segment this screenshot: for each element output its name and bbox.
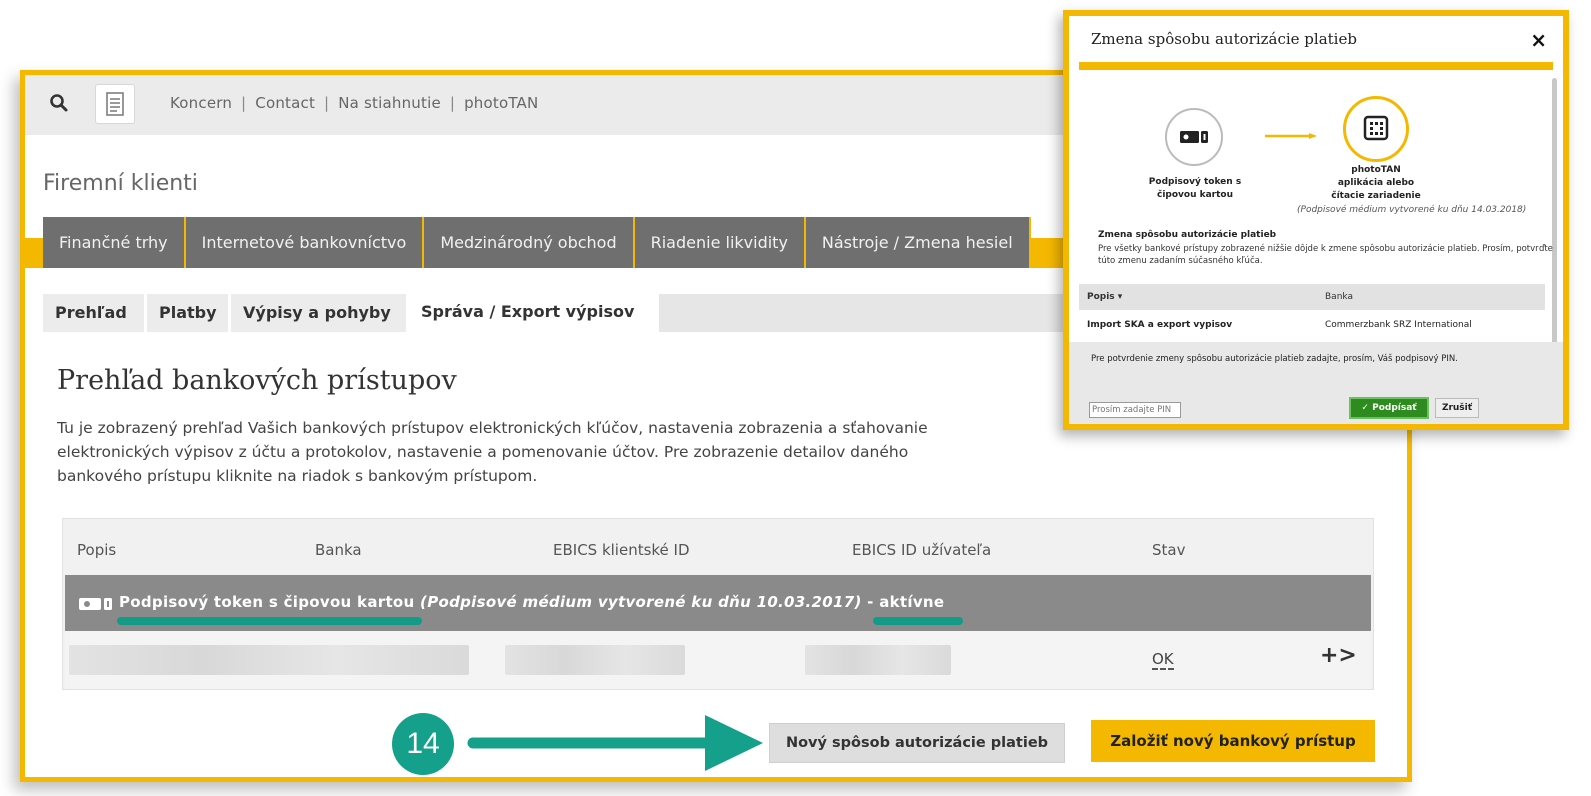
pin-input[interactable] — [1089, 402, 1181, 418]
dash: - — [867, 593, 874, 611]
new-authorization-method-button[interactable]: Nový spôsob autorizácie platieb — [769, 723, 1065, 763]
link-contact[interactable]: Contact — [255, 94, 315, 112]
dialog-title: Zmena spôsobu autorizácie platieb — [1091, 30, 1357, 48]
link-koncern[interactable]: Koncern — [170, 94, 232, 112]
section-intro: Tu je zobrazený prehľad Vašich bankových… — [57, 419, 928, 485]
tab-prehlad[interactable]: Prehľad — [43, 294, 147, 332]
highlight-underline — [873, 617, 963, 625]
token-name: Podpisový token s čipovou kartou — [119, 593, 415, 611]
document-icon[interactable] — [95, 84, 135, 124]
nav-internetove-bankovnictvo[interactable]: Internetové bankovníctvo — [185, 217, 425, 268]
nav-nastroje[interactable]: Nástroje / Zmena hesiel — [805, 217, 1031, 268]
column-header-ebics-client-id[interactable]: EBICS klientské ID — [553, 541, 690, 559]
column-header-popis[interactable]: Popis — [77, 541, 116, 559]
cancel-button[interactable]: Zrušiť — [1435, 398, 1479, 418]
smartcard-token-icon — [1165, 108, 1223, 166]
dialog-row-bank: Commerzbank SRZ International — [1325, 320, 1472, 330]
tab-platby[interactable]: Platby — [147, 294, 231, 332]
token-status: aktívne — [879, 593, 945, 611]
dialog-scrollbar[interactable] — [1552, 78, 1557, 346]
step-arrow-icon — [467, 715, 763, 771]
column-header-banka[interactable]: Banka — [315, 541, 362, 559]
sign-button[interactable]: ✓ Podpísať — [1349, 397, 1429, 419]
to-label-line: photoTAN — [1351, 165, 1401, 175]
search-icon[interactable] — [47, 91, 71, 115]
link-downloads[interactable]: Na stiahnutie — [338, 94, 441, 112]
separator: | — [241, 94, 247, 112]
row-status[interactable]: OK — [1152, 650, 1174, 670]
to-label-line: čítacie zariadenie — [1331, 191, 1421, 201]
dialog-column-popis[interactable]: Popis ▾ — [1087, 292, 1122, 302]
column-header-stav[interactable]: Stav — [1152, 541, 1185, 559]
pin-confirm-note: Pre potvrdenie zmeny spôsobu autorizácie… — [1091, 354, 1458, 364]
tab-vypisy-a-pohyby[interactable]: Výpisy a pohyby — [231, 294, 409, 332]
redacted-cell — [805, 645, 951, 675]
token-created-note: (Podpisové médium vytvorené ku dňu 10.03… — [420, 593, 862, 611]
column-header-ebics-user-id[interactable]: EBICS ID užívateľa — [852, 541, 991, 559]
dialog-footer: Pre potvrdenie zmeny spôsobu autorizácie… — [1069, 342, 1563, 424]
phototan-icon — [1343, 96, 1409, 162]
main-nav: Finančné trhy Internetové bankovníctvo M… — [43, 217, 1031, 268]
dialog-table-row[interactable]: Import SKA a export vypisov Commerzbank … — [1079, 312, 1545, 340]
to-label-line: aplikácia alebo — [1337, 178, 1415, 188]
link-phototan[interactable]: photoTAN — [464, 94, 538, 112]
from-label-line: čipovou kartou — [1156, 190, 1234, 200]
dialog-section-text: Pre všetky bankové prístupy zobrazené ni… — [1098, 244, 1553, 266]
dialog-table-header: Popis ▾ Banka — [1079, 284, 1545, 310]
dialog-accent-band — [1079, 62, 1553, 70]
page-title: Firemní klienti — [43, 171, 198, 196]
open-detail-arrow-icon[interactable]: +> — [1320, 643, 1357, 668]
dialog-header: Zmena spôsobu autorizácie platieb × — [1069, 16, 1563, 64]
from-method-label: Podpisový token s čipovou kartou — [1139, 176, 1251, 202]
highlight-underline — [117, 617, 422, 625]
bank-access-table: Popis Banka EBICS klientské ID EBICS ID … — [62, 518, 1374, 690]
close-icon[interactable]: × — [1530, 28, 1547, 52]
step-number-badge: 14 — [392, 713, 454, 775]
to-method-label: photoTAN aplikácia alebo čítacie zariade… — [1319, 164, 1433, 203]
create-bank-access-button[interactable]: Založiť nový bankový prístup — [1091, 720, 1375, 762]
dialog-column-banka[interactable]: Banka — [1325, 292, 1353, 302]
from-label-line: Podpisový token s — [1148, 177, 1242, 187]
dialog-section-heading: Zmena spôsobu autorizácie platieb — [1098, 230, 1277, 240]
change-authorization-dialog: Zmena spôsobu autorizácie platieb × Podp… — [1063, 10, 1569, 430]
separator: | — [449, 94, 456, 112]
dialog-body: Podpisový token s čipovou kartou photoTA… — [1079, 70, 1553, 342]
smartcard-token-icon — [79, 598, 112, 610]
header-links: Koncern | Contact | Na stiahnutie | phot… — [170, 94, 538, 112]
nav-financne-trhy[interactable]: Finančné trhy — [43, 217, 186, 268]
separator: | — [324, 94, 330, 112]
nav-medzinarodny-obchod[interactable]: Medzinárodný obchod — [424, 217, 635, 268]
table-row[interactable]: OK +> — [65, 631, 1371, 689]
group-row-label: Podpisový token s čipovou kartou (Podpis… — [119, 593, 944, 611]
to-method-note: (Podpisové médium vytvorené ku dňu 14.03… — [1297, 205, 1527, 215]
redacted-cell — [69, 645, 469, 675]
nav-riadenie-likvidity[interactable]: Riadenie likvidity — [634, 217, 806, 268]
section-title: Prehľad bankových prístupov — [57, 365, 457, 396]
dialog-row-description: Import SKA a export vypisov — [1087, 320, 1233, 330]
redacted-cell — [505, 645, 685, 675]
tab-sprava-export-vypisov[interactable]: Správa / Export výpisov — [409, 291, 659, 333]
arrow-right-icon — [1265, 133, 1317, 139]
